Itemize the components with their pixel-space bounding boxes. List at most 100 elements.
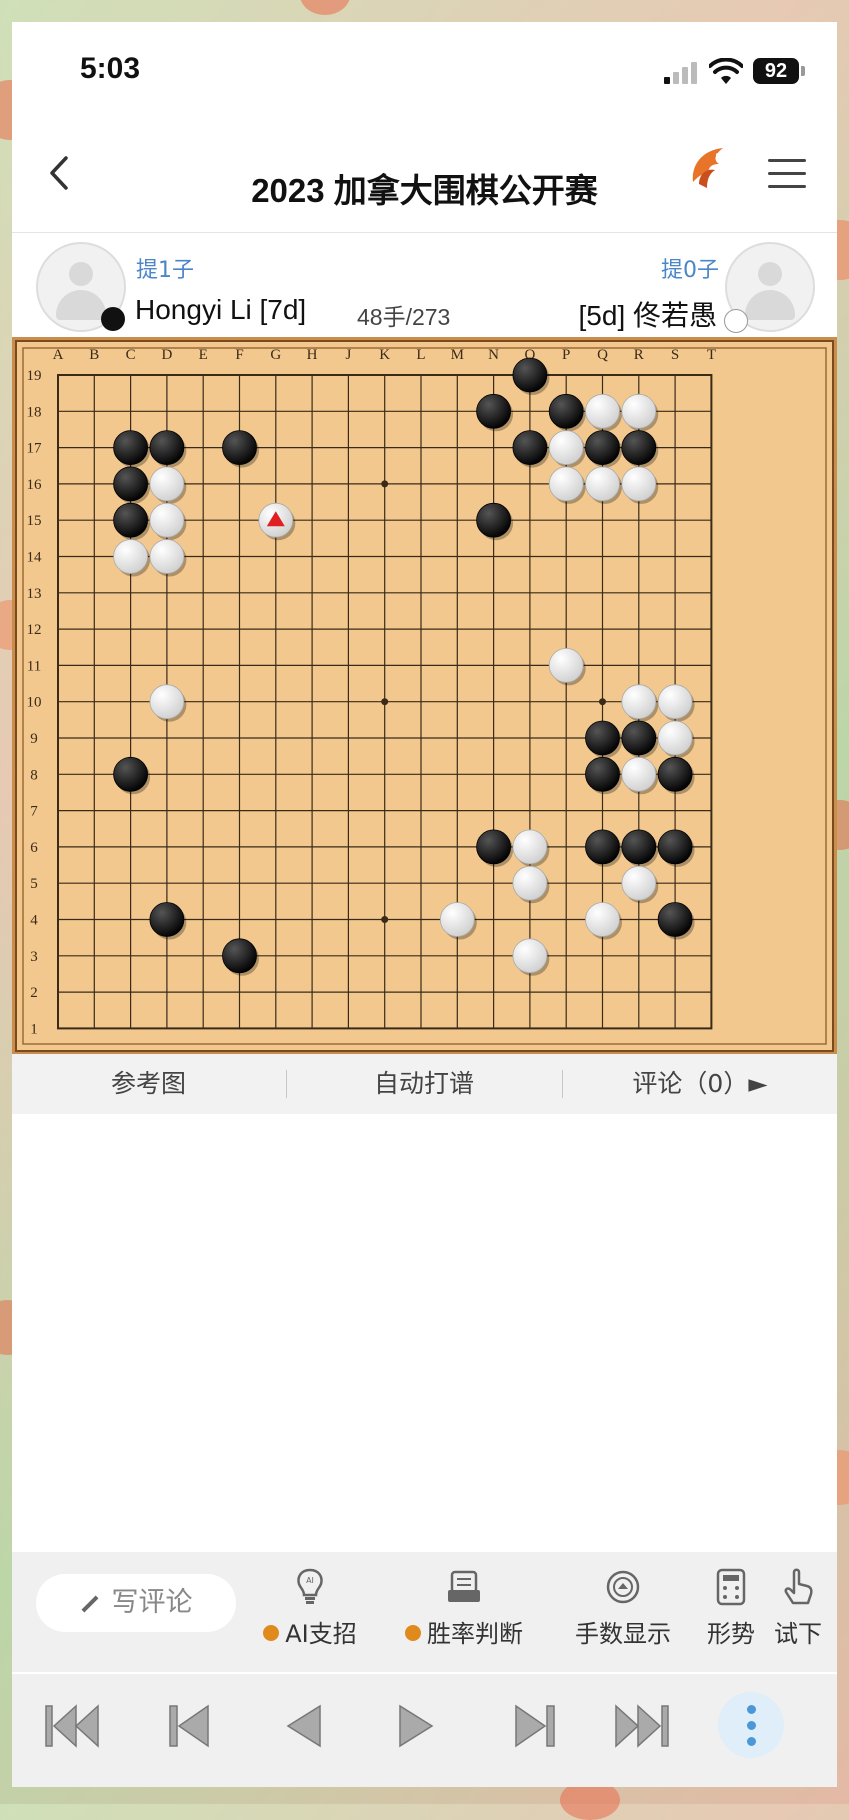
row-label: 16 [27,477,43,493]
black-stone [657,902,693,937]
more-dots-icon[interactable] [718,1692,784,1758]
black-stone [548,393,584,429]
win-rate-label: 胜率判断 [427,1620,523,1648]
move-number-button[interactable]: 手数显示 [568,1568,678,1649]
page-title: 2023 加拿大围棋公开赛 [251,172,598,209]
row-label: 10 [27,695,42,711]
row-label: 6 [30,840,38,856]
row-label: 1 [30,1021,38,1037]
row-label: 11 [27,658,41,674]
cell-signal-icon [664,62,700,84]
white-stone [548,430,584,465]
row-label: 5 [30,876,38,892]
white-captures: 提0子 [661,258,719,283]
row-label: 18 [27,404,42,420]
column-label: M [451,347,464,363]
black-stone [585,829,620,865]
white-stone-indicator [724,309,748,333]
brush-icon [81,1595,98,1612]
hamburger-menu-icon[interactable] [768,157,808,191]
white-stone [512,938,548,974]
ai-suggest-button[interactable]: AI AI支招 [260,1568,360,1649]
black-stone [222,938,257,974]
try-move-button[interactable]: 试下 [768,1568,828,1649]
next-move-icon[interactable] [384,1698,446,1754]
avatar-head [69,262,93,286]
column-label: Q [597,347,608,363]
column-label: H [307,347,318,363]
status-bar: 5:03 92 [12,22,837,122]
write-comment-button[interactable]: 写评论 [36,1574,236,1632]
white-stone [439,902,475,937]
row-label: 9 [30,731,38,747]
row-label: 4 [30,913,38,929]
battery-indicator: 92 [753,58,799,84]
write-comment-label: 写评论 [111,1587,193,1618]
row-label: 7 [30,804,38,820]
calculator-icon [716,1568,746,1606]
black-stone [113,502,148,538]
white-stone [149,502,185,538]
white-stone [585,902,620,937]
lightbulb-ai-icon: AI [297,1568,323,1604]
row-label: 3 [30,949,38,965]
white-stone [657,720,693,756]
black-stone [657,756,693,792]
black-stone [585,430,620,465]
avatar-head [758,262,782,286]
chevron-left-icon[interactable] [40,148,80,198]
wifi-icon [709,58,743,84]
black-stone [585,756,620,792]
ai-suggest-label: AI支招 [285,1620,357,1648]
white-stone [585,466,620,502]
column-label: K [379,347,390,363]
white-stone [113,539,148,574]
black-stone [621,720,657,756]
white-stone [512,865,548,901]
back-ten-icon[interactable] [162,1698,224,1754]
last-move-icon[interactable] [610,1698,672,1754]
tab-reference-diagram[interactable]: 参考图 [12,1054,285,1114]
app-screen: 5:03 92 2023 加拿大围棋公开赛 提1子 Hongyi Li [7d]… [12,22,837,1787]
navigation-bar: 2023 加拿大围棋公开赛 [12,122,837,233]
star-point [381,916,389,923]
row-label: 15 [27,513,42,529]
tab-auto-replay[interactable]: 自动打谱 [287,1054,561,1114]
black-captures: 提1子 [136,258,194,283]
white-stone [585,393,620,429]
row-label: 19 [27,368,42,384]
tab-comments[interactable]: 评论（0）► [563,1054,837,1114]
avatar-body [745,290,795,320]
column-label: N [488,347,499,363]
column-label: G [270,347,281,363]
white-stone [657,684,693,720]
action-toolbar: 写评论 AI AI支招 胜率判断 手数显示 形势 试下 [12,1552,837,1672]
move-number-label: 手数显示 [575,1620,671,1648]
white-stone [621,756,657,792]
column-label: B [89,347,99,363]
black-player-name: Hongyi Li [7d] [135,294,307,325]
players-panel: 提1子 Hongyi Li [7d] 48手/273 提0子 [5d] 佟若愚 [12,234,837,339]
row-label: 14 [27,550,43,566]
star-point [381,480,389,488]
column-label: T [707,347,716,363]
black-stone [621,430,657,465]
black-stone [113,466,148,502]
previous-move-icon[interactable] [274,1698,336,1754]
win-rate-button[interactable]: 胜率判断 [394,1568,534,1649]
first-move-icon[interactable] [42,1698,104,1754]
star-point [599,698,606,706]
situation-button[interactable]: 形势 [696,1568,766,1649]
svg-text:AI: AI [306,1576,314,1585]
forward-ten-icon[interactable] [500,1698,562,1754]
column-label: D [161,347,172,363]
column-label: L [416,347,425,363]
go-board[interactable]: A B C D E F G H J K L M N O P Q R S T191817161514131211109… [12,337,837,1055]
eagle-logo-icon[interactable] [685,142,733,192]
try-move-label: 试下 [774,1620,822,1648]
white-stone [621,393,657,429]
coin-icon [263,1625,280,1641]
white-stone [548,647,584,683]
row-label: 12 [27,622,42,638]
row-label: 13 [27,586,42,602]
